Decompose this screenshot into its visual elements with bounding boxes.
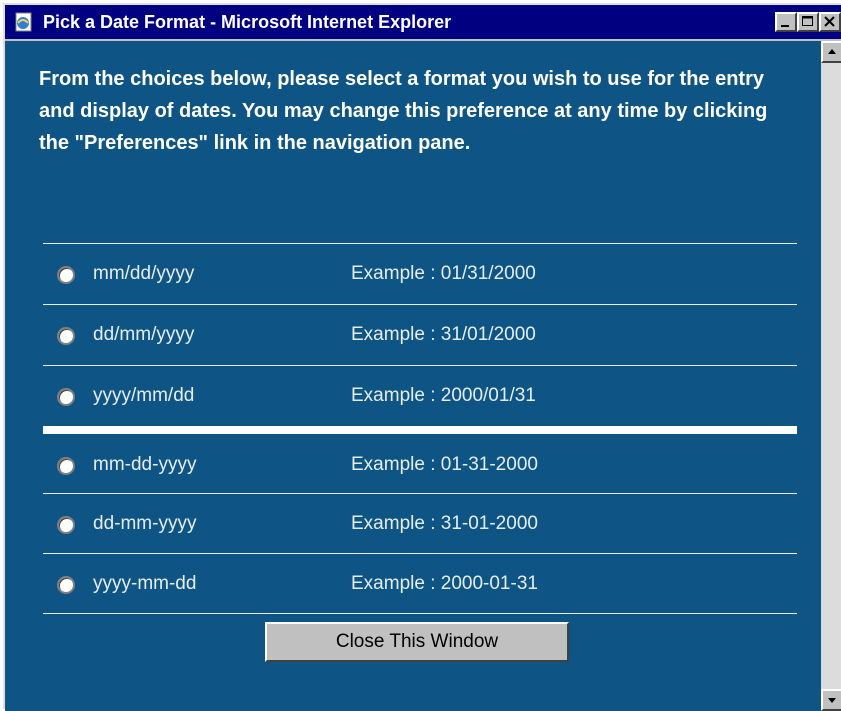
close-window-button[interactable] [819,12,841,32]
radio-button[interactable] [57,576,75,594]
option-example: Example : 01/31/2000 [351,263,536,284]
close-icon [824,16,835,27]
arrow-down-icon [828,698,836,703]
scroll-up-button[interactable] [821,41,841,63]
option-label: mm-dd-yyyy [93,454,197,475]
divider [43,613,797,614]
option-example: Example : 2000/01/31 [351,385,536,406]
option-row-dd-mm-yyyy-dash[interactable]: dd-mm-yyyy Example : 31-01-2000 [43,494,797,554]
radio-button[interactable] [57,457,75,475]
radio-button[interactable] [57,388,75,406]
option-example: Example : 31-01-2000 [351,513,538,534]
option-row-mm-dd-yyyy-slash[interactable]: mm/dd/yyyy Example : 01/31/2000 [43,244,797,304]
close-this-window-button[interactable]: Close This Window [265,622,569,662]
intro-text: From the choices below, please select a … [39,68,768,154]
option-label: yyyy/mm/dd [93,385,195,406]
vertical-scrollbar[interactable] [821,41,841,711]
minimize-button[interactable] [775,12,797,32]
ie-page-icon [13,11,35,33]
maximize-button[interactable] [797,12,819,32]
option-label: yyyy-mm-dd [93,573,197,594]
option-example: Example : 01-31-2000 [351,454,538,475]
option-label: dd-mm-yyyy [93,513,197,534]
window-title: Pick a Date Format - Microsoft Internet … [43,12,452,32]
scroll-down-button[interactable] [821,689,841,711]
browser-window: Pick a Date Format - Microsoft Internet … [3,3,841,711]
maximize-icon [802,16,813,26]
option-row-yyyy-mm-dd-dash[interactable]: yyyy-mm-dd Example : 2000-01-31 [43,554,797,614]
option-label: dd/mm/yyyy [93,324,195,345]
option-row-dd-mm-yyyy-slash[interactable]: dd/mm/yyyy Example : 31/01/2000 [43,305,797,365]
option-label: mm/dd/yyyy [93,263,195,284]
group-divider [43,426,797,434]
option-row-mm-dd-yyyy-dash[interactable]: mm-dd-yyyy Example : 01-31-2000 [43,435,797,495]
radio-button[interactable] [57,327,75,345]
option-example: Example : 31/01/2000 [351,324,536,345]
option-example: Example : 2000-01-31 [351,573,538,594]
radio-button[interactable] [57,266,75,284]
radio-button[interactable] [57,516,75,534]
arrow-up-icon [828,49,836,54]
minimize-icon [781,25,789,27]
page-content: From the choices below, please select a … [5,41,821,711]
option-row-yyyy-mm-dd-slash[interactable]: yyyy/mm/dd Example : 2000/01/31 [43,366,797,426]
title-bar[interactable]: Pick a Date Format - Microsoft Internet … [5,5,841,39]
